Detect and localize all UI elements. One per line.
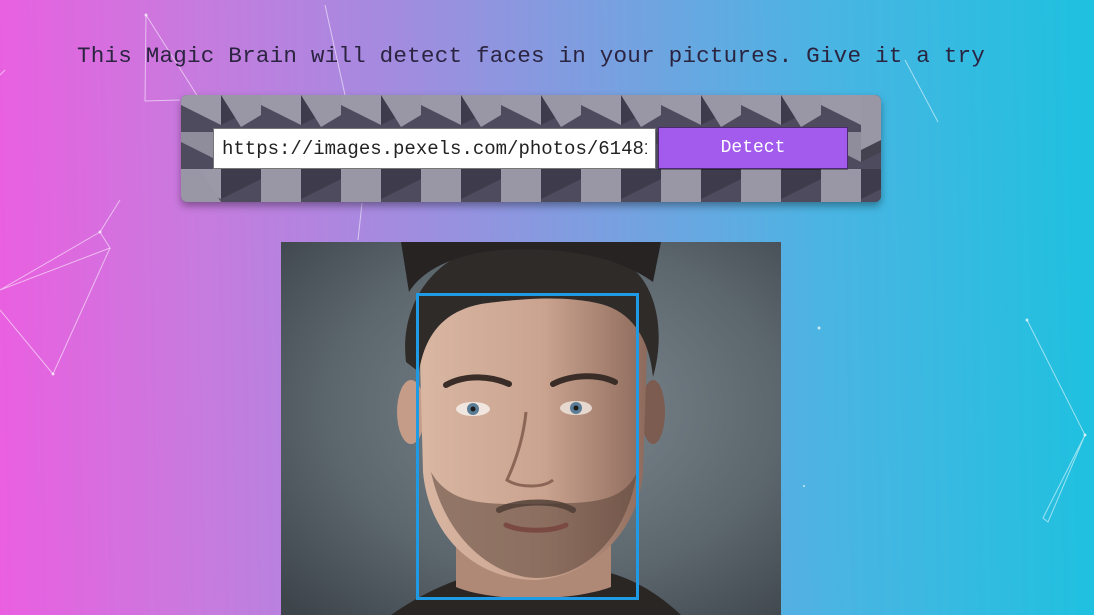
face-bounding-box	[416, 293, 639, 600]
app-tagline: This Magic Brain will detect faces in yo…	[76, 43, 986, 69]
image-url-input[interactable]	[213, 128, 656, 169]
image-url-form: Detect	[181, 95, 881, 202]
result-image	[281, 242, 781, 615]
detect-button[interactable]: Detect	[658, 127, 848, 169]
